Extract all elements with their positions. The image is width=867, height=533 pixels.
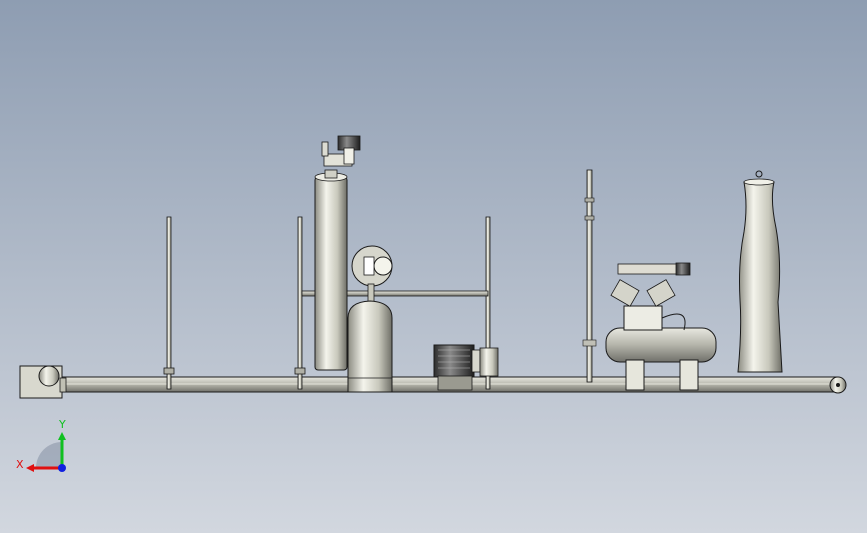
gas-bottle	[347, 300, 393, 393]
compressor-head-right	[646, 279, 676, 307]
valve-assembly	[321, 135, 361, 167]
axis-triad: X Y	[16, 418, 66, 472]
end-pulley	[829, 376, 847, 394]
cad-viewport[interactable]: X Y	[0, 0, 867, 533]
motor-housing-left	[19, 365, 67, 399]
air-compressor	[605, 262, 717, 391]
tall-cylinder-tank	[314, 169, 348, 371]
assembly-drawing: X Y	[16, 135, 847, 472]
support-post-2	[294, 216, 306, 390]
axis-x-label: X	[16, 458, 24, 471]
control-mast	[582, 169, 597, 383]
axis-y-label: Y	[58, 418, 66, 431]
tapered-silo	[737, 170, 783, 373]
compressor-head-left	[610, 279, 640, 307]
support-post-1	[163, 216, 175, 390]
